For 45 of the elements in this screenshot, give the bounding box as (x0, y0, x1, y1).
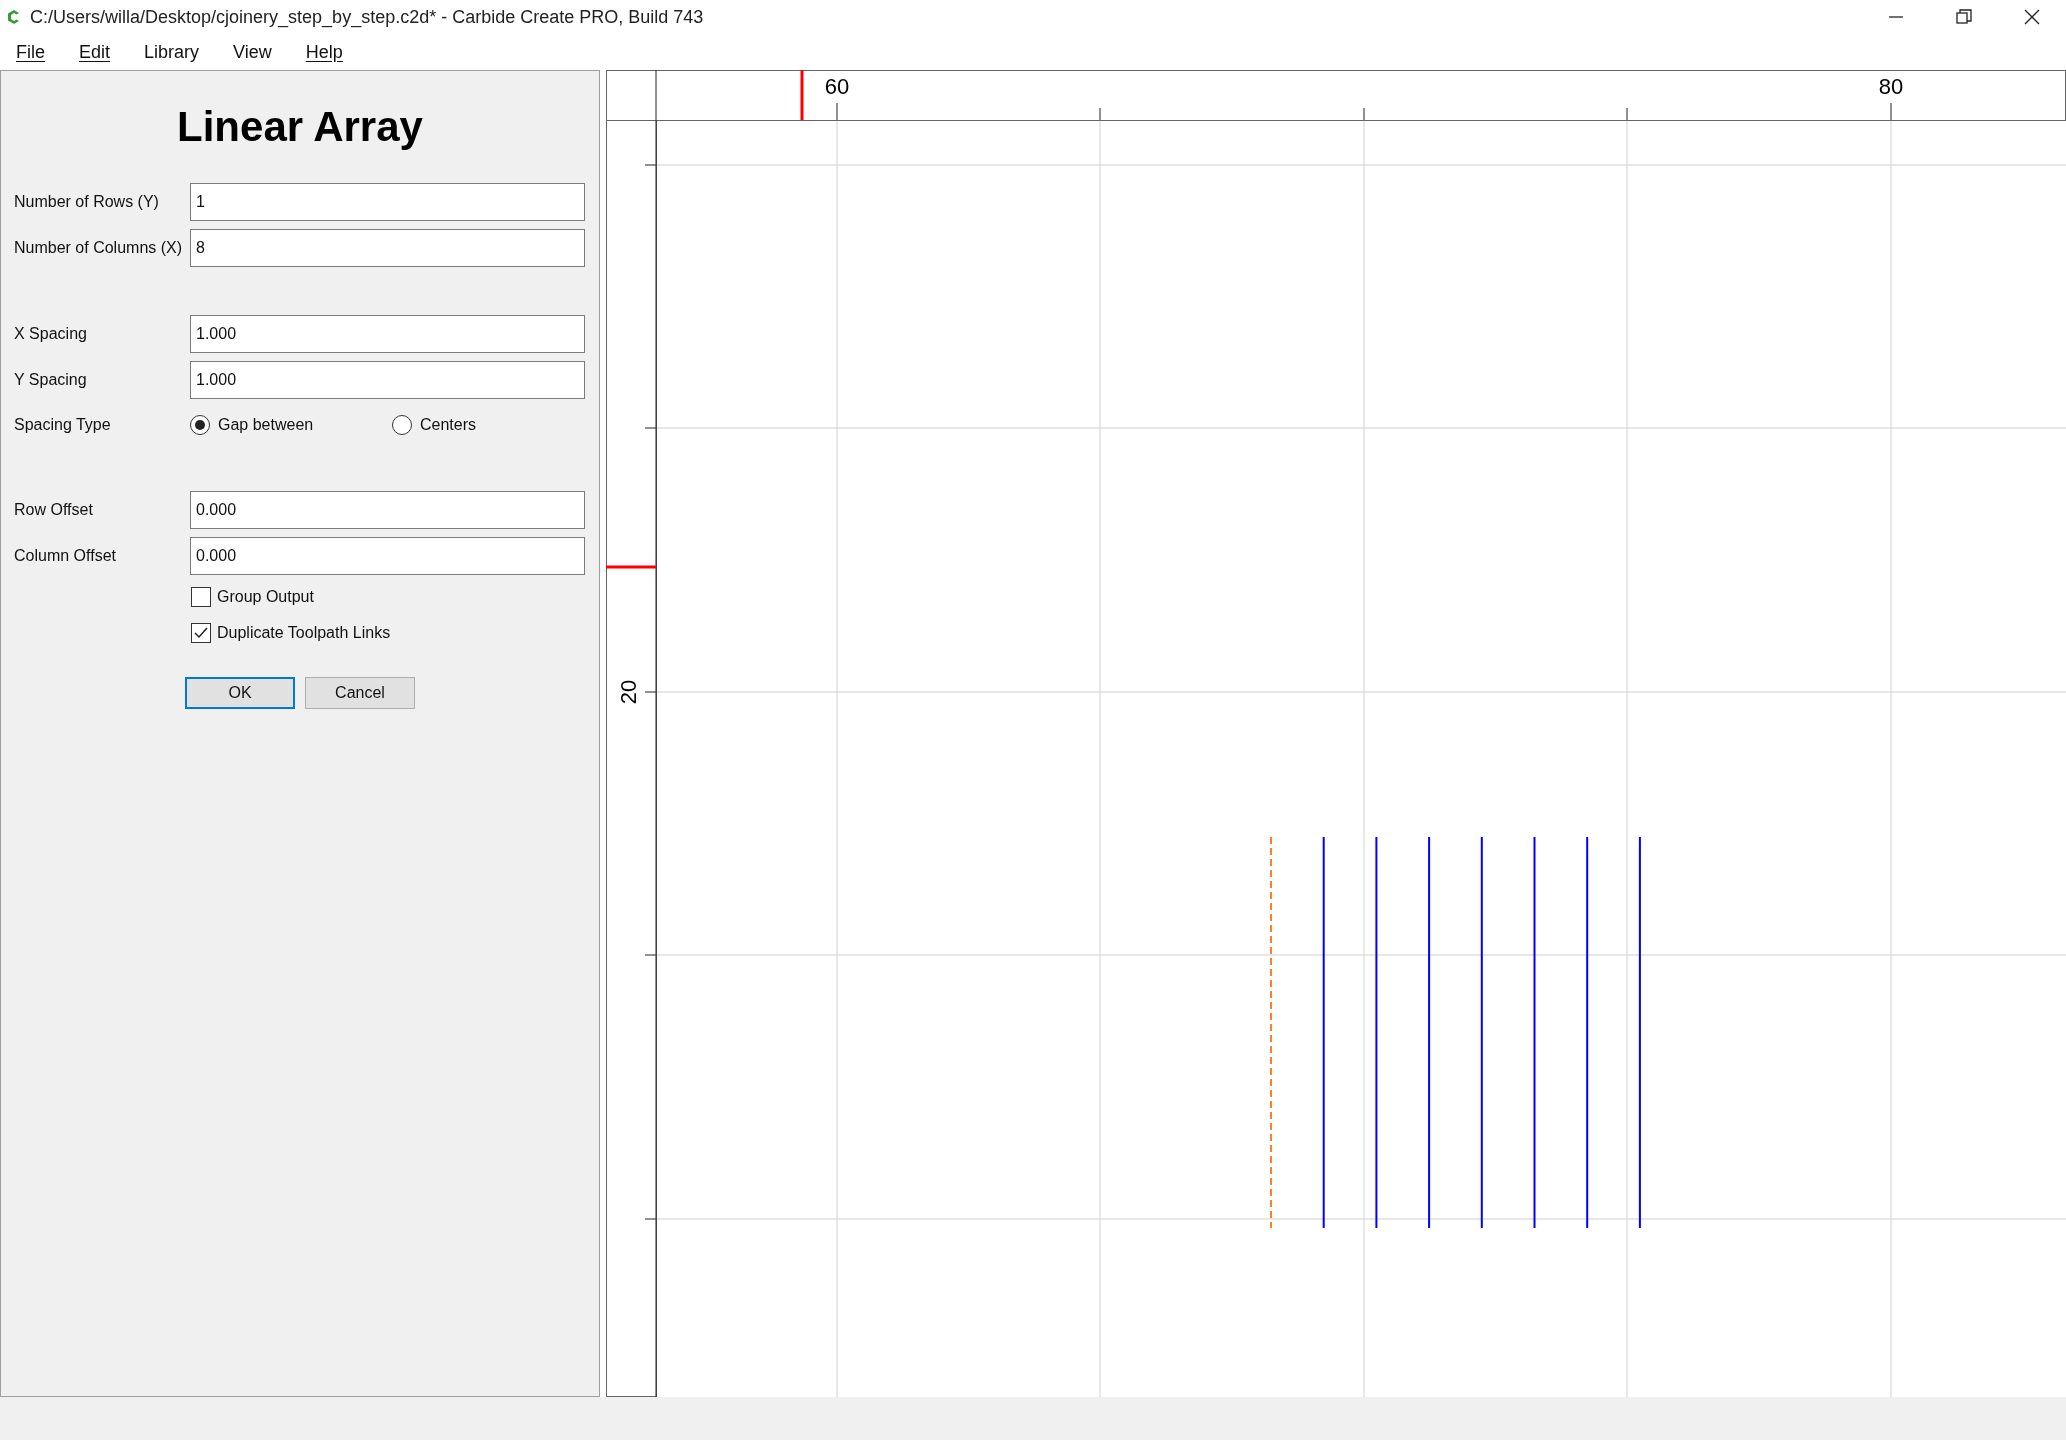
restore-icon (1956, 9, 1972, 25)
minimize-icon (1889, 16, 1903, 18)
line-shape[interactable] (1428, 837, 1431, 1228)
line-shape[interactable] (1480, 837, 1483, 1228)
menu-item[interactable]: View (223, 38, 282, 66)
close-icon (2024, 9, 2040, 25)
menu-item[interactable]: Edit (69, 38, 121, 66)
design-canvas[interactable]: 60 80 20 (606, 70, 2066, 1397)
line-shape[interactable] (1322, 837, 1325, 1228)
ruler-label: 60 (824, 74, 850, 99)
menu-item[interactable]: Library (134, 38, 210, 66)
line-shape[interactable] (1586, 837, 1589, 1228)
input-field[interactable]: 1 (190, 183, 585, 221)
window-title: C:/Users/willa/Desktop/cjoinery_step_by_step.c2d* - Carbide Create PRO, Build 743 (30, 5, 704, 30)
field-label: Number of Rows (Y) (14, 192, 160, 212)
input-field[interactable]: 0.000 (190, 537, 585, 575)
dialog-button[interactable]: Cancel (305, 677, 415, 709)
radio-button[interactable] (392, 415, 412, 435)
line-shape[interactable] (1638, 837, 1641, 1228)
checkbox-label: Duplicate Toolpath Links (217, 623, 391, 643)
cursor-marker (800, 70, 804, 120)
checkbox[interactable] (191, 623, 211, 643)
line-shape[interactable] (1375, 837, 1378, 1228)
menu-item[interactable]: File (6, 38, 55, 66)
input-field[interactable]: 1.000 (190, 315, 585, 353)
input-field[interactable]: 8 (190, 229, 585, 267)
dialog-title: Linear Array (177, 101, 423, 152)
field-label: Column Offset (14, 546, 117, 566)
field-label: Number of Columns (X) (14, 238, 184, 258)
input-field[interactable]: 0.000 (190, 491, 585, 529)
field-label: Spacing Type (14, 415, 112, 435)
checkbox[interactable] (191, 587, 211, 607)
radio-label: Gap between (218, 415, 314, 435)
field-label: Y Spacing (14, 370, 88, 390)
ruler-label: 80 (1878, 74, 1904, 99)
radio-label: Centers (420, 415, 477, 435)
ruler-label: 20 (616, 679, 641, 705)
checkbox-label: Group Output (217, 587, 314, 607)
menu-item[interactable]: Help (295, 38, 353, 66)
field-label: X Spacing (14, 324, 88, 344)
radio-button[interactable] (190, 415, 210, 435)
input-field[interactable]: 1.000 (190, 361, 585, 399)
cursor-marker (606, 565, 656, 569)
dialog-button[interactable]: OK (185, 677, 295, 709)
field-label: Row Offset (14, 500, 94, 520)
